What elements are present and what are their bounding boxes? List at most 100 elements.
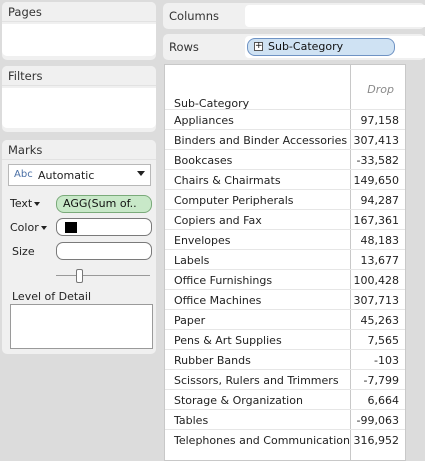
marks-card: Marks Abc Automatic Text AGG(Sum of.. Co… <box>2 140 156 354</box>
crosstab-view: Sub-Category Appliances Binders and Binde… <box>164 64 352 461</box>
color-field[interactable] <box>56 218 152 236</box>
rows-drop-area[interactable]: + Sub-Category <box>245 36 425 58</box>
table-row[interactable]: Storage & Organization <box>165 389 352 409</box>
cell-value: 97,158 <box>360 114 400 127</box>
value-cell[interactable]: 7,565 <box>351 329 405 349</box>
cell-value: 48,183 <box>360 234 400 247</box>
cell-value: 45,263 <box>360 314 400 327</box>
small-dropdown-icon <box>40 226 47 230</box>
pages-title: Pages <box>2 2 156 22</box>
sub-category-pill[interactable]: + Sub-Category <box>247 38 395 56</box>
value-cell[interactable]: 97,158 <box>351 109 405 129</box>
cell-value: 6,664 <box>367 394 400 407</box>
row-category: Copiers and Fax <box>174 214 262 227</box>
cell-value: 307,413 <box>353 134 400 147</box>
table-row[interactable]: Office Machines <box>165 289 352 309</box>
cell-value: 149,650 <box>353 174 400 187</box>
row-category: Tables <box>174 414 209 427</box>
table-row[interactable]: Pens & Art Supplies <box>165 329 352 349</box>
value-cell[interactable]: 6,664 <box>351 389 405 409</box>
table-row[interactable]: Paper <box>165 309 352 329</box>
row-category: Envelopes <box>174 234 231 247</box>
value-cell[interactable]: -103 <box>351 349 405 369</box>
value-cell[interactable]: 100,428 <box>351 269 405 289</box>
row-category: Bookcases <box>174 154 233 167</box>
table-row[interactable]: Telephones and Communication <box>165 429 352 449</box>
color-swatch <box>65 222 77 233</box>
row-category: Storage & Organization <box>174 394 303 407</box>
cell-value: 100,428 <box>353 274 400 287</box>
table-row[interactable]: Appliances <box>165 109 352 129</box>
table-row[interactable]: Labels <box>165 249 352 269</box>
columns-shelf: Columns <box>163 3 425 29</box>
level-of-detail-drop-area[interactable] <box>10 304 153 349</box>
row-category: Labels <box>174 254 210 267</box>
color-shelf-button[interactable]: Color <box>10 221 47 234</box>
measure-column: Drop 97,158 307,413 -33,582 149,650 94,287 16… <box>351 64 406 461</box>
table-row[interactable]: Computer Peripherals <box>165 189 352 209</box>
cell-value: 307,713 <box>353 294 400 307</box>
columns-label: Columns <box>169 9 220 23</box>
value-cell[interactable]: 307,413 <box>351 129 405 149</box>
header-row: Sub-Category <box>165 65 352 110</box>
filters-title: Filters <box>2 66 156 86</box>
value-cell[interactable]: -99,063 <box>351 409 405 429</box>
abc-icon: Abc <box>14 169 33 180</box>
value-cell[interactable]: 149,650 <box>351 169 405 189</box>
mark-type-dropdown[interactable]: Abc Automatic <box>8 164 151 186</box>
small-dropdown-icon <box>34 202 41 206</box>
value-cell[interactable]: -7,799 <box>351 369 405 389</box>
text-pill-label: AGG(Sum of.. <box>63 197 137 210</box>
value-cell[interactable]: 167,361 <box>351 209 405 229</box>
row-category: Pens & Art Supplies <box>174 334 282 347</box>
size-field[interactable] <box>56 242 152 260</box>
row-category: Rubber Bands <box>174 354 251 367</box>
marks-title: Marks <box>2 140 156 160</box>
cell-value: -33,582 <box>356 154 399 167</box>
value-cell[interactable]: -33,582 <box>351 149 405 169</box>
size-slider[interactable] <box>56 268 150 284</box>
table-row[interactable]: Binders and Binder Accessories <box>165 129 352 149</box>
value-cell[interactable]: 13,677 <box>351 249 405 269</box>
pages-card: Pages <box>2 2 156 60</box>
size-label: Size <box>12 245 35 258</box>
row-category: Scissors, Rulers and Trimmers <box>174 374 339 387</box>
filters-drop-area[interactable] <box>2 88 156 128</box>
row-category: Appliances <box>174 114 234 127</box>
cell-value: 316,952 <box>353 434 400 447</box>
table-row[interactable]: Bookcases <box>165 149 352 169</box>
table-row[interactable]: Envelopes <box>165 229 352 249</box>
row-category: Office Furnishings <box>174 274 273 287</box>
rows-pill-label: Sub-Category <box>268 40 344 53</box>
table-row[interactable]: Rubber Bands <box>165 349 352 369</box>
cell-value: -103 <box>374 354 399 367</box>
value-cell[interactable]: 94,287 <box>351 189 405 209</box>
slider-handle[interactable] <box>76 269 83 283</box>
table-row[interactable]: Copiers and Fax <box>165 209 352 229</box>
text-shelf-button[interactable]: Text <box>10 197 41 210</box>
rows-shelf: Rows + Sub-Category <box>163 34 425 60</box>
columns-drop-area[interactable] <box>245 5 425 27</box>
value-cell[interactable]: 307,713 <box>351 289 405 309</box>
column-header[interactable]: Drop <box>367 83 394 96</box>
table-row[interactable]: Office Furnishings <box>165 269 352 289</box>
text-label: Text <box>10 197 33 210</box>
cell-value: 94,287 <box>360 194 400 207</box>
table-row[interactable]: Scissors, Rulers and Trimmers <box>165 369 352 389</box>
row-category: Paper <box>174 314 206 327</box>
cell-value: -7,799 <box>363 374 399 387</box>
row-category: Chairs & Chairmats <box>174 174 281 187</box>
mark-type-value: Automatic <box>38 169 95 182</box>
level-of-detail-label: Level of Detail <box>12 290 92 303</box>
value-cell[interactable]: 48,183 <box>351 229 405 249</box>
color-label: Color <box>10 221 39 234</box>
table-row[interactable]: Tables <box>165 409 352 429</box>
expand-plus-icon[interactable]: + <box>254 42 263 51</box>
slider-track <box>56 275 150 276</box>
value-cell[interactable]: 45,263 <box>351 309 405 329</box>
value-cell[interactable]: 316,952 <box>351 429 405 449</box>
text-field-pill[interactable]: AGG(Sum of.. <box>56 195 152 213</box>
pages-drop-area[interactable] <box>2 24 156 56</box>
table-row[interactable]: Chairs & Chairmats <box>165 169 352 189</box>
filters-card: Filters <box>2 66 156 132</box>
